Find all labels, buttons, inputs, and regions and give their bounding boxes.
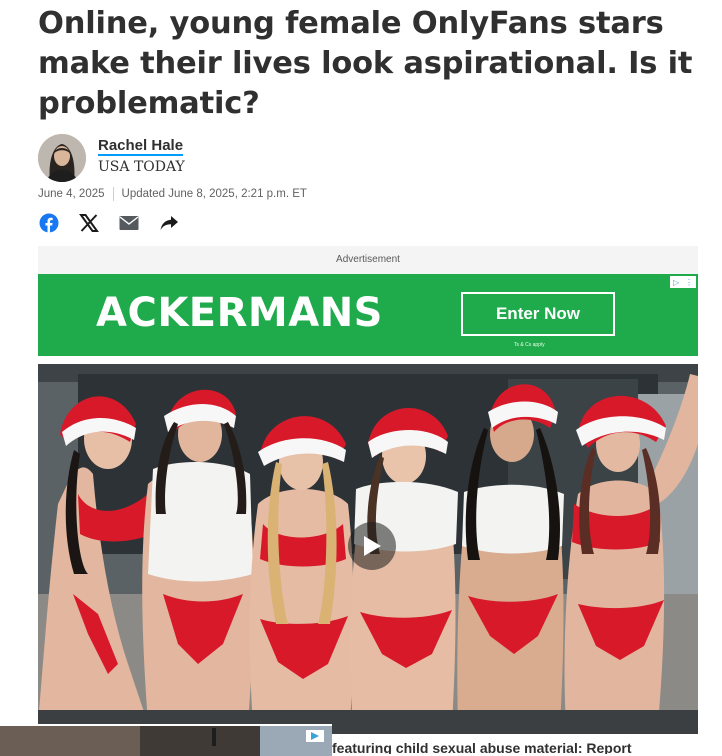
info-icon: ⋮ [685,277,694,287]
date-divider [112,187,114,201]
author-avatar[interactable] [38,134,86,182]
ad-terms: Ts & Cs apply [514,342,545,348]
updated-date: Updated June 8, 2025, 2:21 p.m. ET [121,188,307,200]
published-date: June 4, 2025 [38,188,105,200]
play-button[interactable] [348,522,396,570]
article-headline: Online, young female OnlyFans stars make… [38,6,693,121]
share-bar [38,212,198,234]
related-story-thumbnail[interactable] [0,724,332,756]
x-icon[interactable] [78,212,100,234]
share-arrow-icon[interactable] [158,212,180,234]
video-player[interactable] [38,364,698,734]
author-name-link[interactable]: Rachel Hale [98,137,184,156]
ad-brand-logo: ACKERMANS [96,290,383,336]
ad-enter-now-button[interactable]: Enter Now [461,292,615,336]
adchoices-icon[interactable]: ▷ ⋮ [670,276,696,288]
article-dates: June 4, 2025 Updated June 8, 2025, 2:21 … [38,187,307,201]
advertisement-label: Advertisement [336,254,400,265]
email-icon[interactable] [118,212,140,234]
advertisement-container: Advertisement ACKERMANS Enter Now Ts & C… [38,246,698,356]
publisher-name: USA TODAY [98,159,185,175]
adchoices-triangle-icon: ▷ [672,277,680,287]
facebook-icon[interactable] [38,212,60,234]
play-icon [364,536,381,556]
related-story-headline[interactable]: featuring child sexual abuse material: R… [332,738,722,754]
ad-banner[interactable]: ACKERMANS Enter Now Ts & Cs apply ▷ ⋮ [38,274,698,356]
